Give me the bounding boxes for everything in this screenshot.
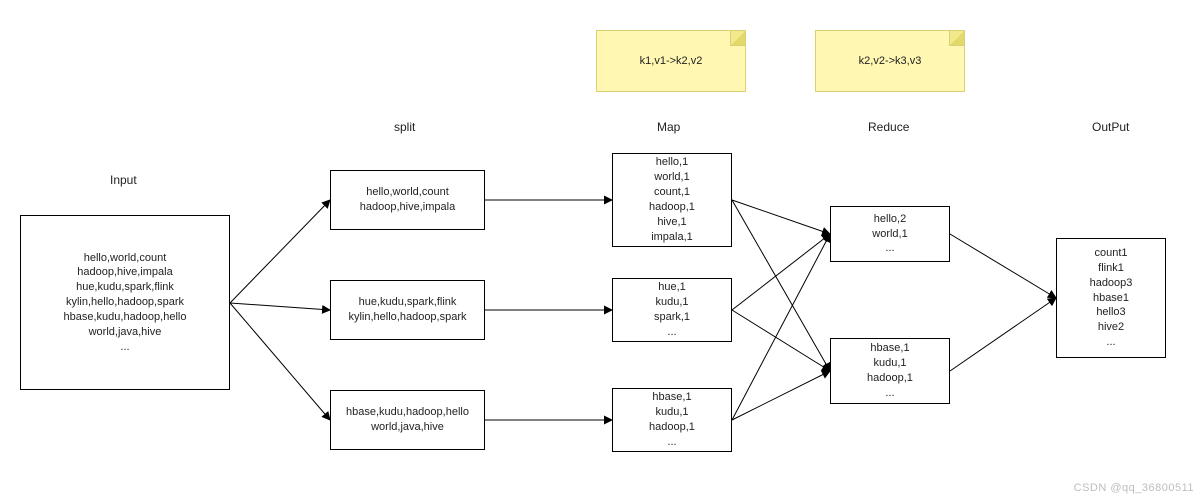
map-line: ... (667, 325, 676, 340)
input-line: ... (120, 340, 129, 355)
diagram-canvas: Input split Map Reduce OutPut k1,v1->k2,… (0, 0, 1204, 500)
output-line: ... (1106, 335, 1115, 350)
map-line: hive,1 (657, 215, 686, 230)
label-reduce: Reduce (868, 120, 909, 134)
map-line: hello,1 (656, 155, 688, 170)
map-line: kudu,1 (655, 405, 688, 420)
split-line: hello,world,count (366, 185, 449, 200)
map-line: hbase,1 (652, 390, 691, 405)
input-line: world,java,hive (89, 325, 162, 340)
label-input: Input (110, 173, 137, 187)
note-fold-icon (730, 31, 745, 46)
reduce-line: world,1 (872, 227, 907, 242)
output-line: hadoop3 (1090, 276, 1133, 291)
output-line: count1 (1094, 246, 1127, 261)
reduce-line: hadoop,1 (867, 371, 913, 386)
output-line: hbase1 (1093, 291, 1129, 306)
reduce-line: kudu,1 (873, 356, 906, 371)
output-box: count1 flink1 hadoop3 hbase1 hello3 hive… (1056, 238, 1166, 358)
map-box-3: hbase,1 kudu,1 hadoop,1 ... (612, 388, 732, 452)
note-fold-icon (949, 31, 964, 46)
output-line: flink1 (1098, 261, 1124, 276)
map-line: impala,1 (651, 230, 693, 245)
map-line: count,1 (654, 185, 690, 200)
split-line: hue,kudu,spark,flink (359, 295, 457, 310)
input-line: hue,kudu,spark,flink (76, 280, 174, 295)
reduce-line: ... (885, 386, 894, 401)
note-reduce-transform: k2,v2->k3,v3 (815, 30, 965, 92)
label-split: split (394, 120, 415, 134)
map-box-2: hue,1 kudu,1 spark,1 ... (612, 278, 732, 342)
note-reduce-text: k2,v2->k3,v3 (859, 55, 922, 67)
split-box-3: hbase,kudu,hadoop,hello world,java,hive (330, 390, 485, 450)
split-line: hadoop,hive,impala (360, 200, 455, 215)
split-line: world,java,hive (371, 420, 444, 435)
output-line: hello3 (1096, 305, 1125, 320)
map-line: ... (667, 435, 676, 450)
input-line: kylin,hello,hadoop,spark (66, 295, 184, 310)
split-line: hbase,kudu,hadoop,hello (346, 405, 469, 420)
input-line: hadoop,hive,impala (77, 265, 172, 280)
split-box-1: hello,world,count hadoop,hive,impala (330, 170, 485, 230)
split-line: kylin,hello,hadoop,spark (348, 310, 466, 325)
map-line: hadoop,1 (649, 200, 695, 215)
reduce-box-2: hbase,1 kudu,1 hadoop,1 ... (830, 338, 950, 404)
watermark-text: CSDN @qq_36800511 (1074, 482, 1194, 494)
note-map-transform: k1,v1->k2,v2 (596, 30, 746, 92)
map-line: kudu,1 (655, 295, 688, 310)
map-line: world,1 (654, 170, 689, 185)
map-line: spark,1 (654, 310, 690, 325)
split-box-2: hue,kudu,spark,flink kylin,hello,hadoop,… (330, 280, 485, 340)
reduce-line: hello,2 (874, 212, 906, 227)
reduce-box-1: hello,2 world,1 ... (830, 206, 950, 262)
reduce-line: hbase,1 (870, 341, 909, 356)
input-line: hello,world,count (84, 251, 167, 266)
map-box-1: hello,1 world,1 count,1 hadoop,1 hive,1 … (612, 153, 732, 247)
map-line: hue,1 (658, 280, 686, 295)
note-map-text: k1,v1->k2,v2 (640, 55, 703, 67)
map-line: hadoop,1 (649, 420, 695, 435)
label-output: OutPut (1092, 120, 1129, 134)
input-line: hbase,kudu,hadoop,hello (64, 310, 187, 325)
input-box: hello,world,count hadoop,hive,impala hue… (20, 215, 230, 390)
reduce-line: ... (885, 241, 894, 256)
label-map: Map (657, 120, 680, 134)
output-line: hive2 (1098, 320, 1124, 335)
